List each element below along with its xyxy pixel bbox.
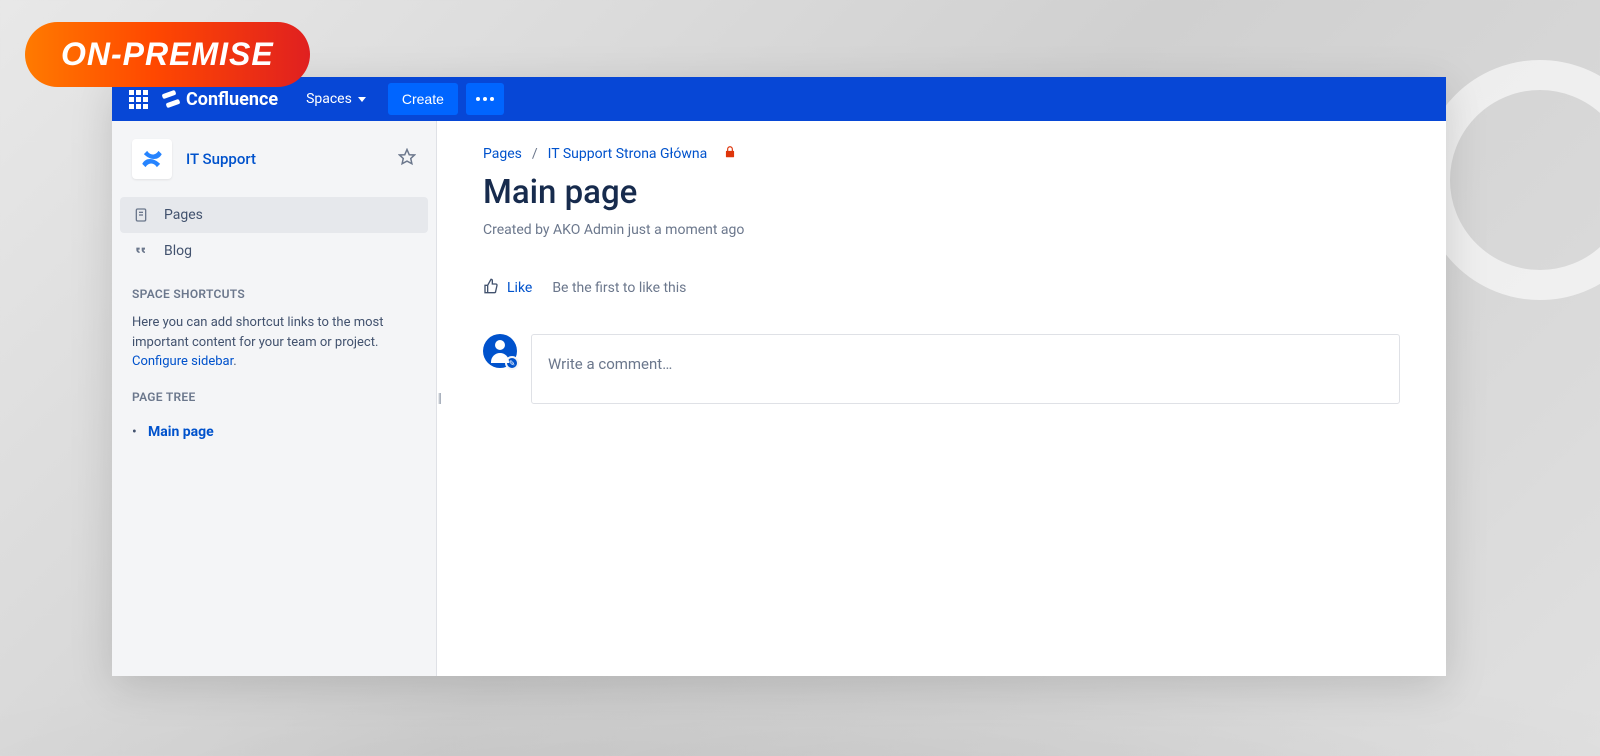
sidebar-item-label: Blog — [164, 243, 192, 259]
product-name: Confluence — [186, 89, 278, 110]
sidebar: IT Support Pages — [112, 121, 437, 676]
quotes-icon — [132, 242, 150, 260]
page-icon — [132, 206, 150, 224]
ellipsis-icon — [476, 97, 494, 101]
lock-icon[interactable] — [723, 145, 737, 163]
page-title: Main page — [483, 173, 1400, 212]
page-tree-heading: PAGE TREE — [112, 372, 436, 412]
create-button-label: Create — [402, 91, 444, 107]
page-tree: Main page — [112, 412, 436, 446]
page-byline: Created by AKO Admin just a moment ago — [483, 222, 1400, 238]
app-window: Confluence Spaces Create IT Su — [112, 77, 1446, 676]
nav-spaces-label: Spaces — [306, 91, 352, 107]
breadcrumb-link-space-home[interactable]: IT Support Strona Główna — [548, 146, 708, 162]
avatar[interactable]: ✎ — [483, 334, 517, 368]
like-row: Like Be the first to like this — [483, 278, 1400, 298]
tree-item-main-page[interactable]: Main page — [132, 418, 416, 446]
main-content: Pages / IT Support Strona Główna Main pa… — [437, 121, 1446, 676]
avatar-edit-icon: ✎ — [505, 356, 519, 370]
space-header: IT Support — [112, 121, 436, 197]
space-shortcuts-heading: SPACE SHORTCUTS — [112, 269, 436, 309]
sidebar-nav: Pages Blog — [112, 197, 436, 269]
on-premise-badge: ON-PREMISE — [25, 22, 310, 87]
like-button[interactable]: Like — [483, 278, 532, 298]
decorative-circle — [1420, 60, 1600, 300]
space-name[interactable]: IT Support — [186, 150, 384, 168]
product-logo[interactable]: Confluence — [162, 89, 278, 110]
like-label: Like — [507, 280, 532, 296]
configure-sidebar-link[interactable]: Configure sidebar — [132, 354, 233, 369]
nav-spaces[interactable]: Spaces — [294, 83, 378, 115]
like-hint: Be the first to like this — [552, 280, 686, 296]
create-button[interactable]: Create — [388, 83, 458, 115]
sidebar-item-pages[interactable]: Pages — [120, 197, 428, 233]
more-menu-button[interactable] — [466, 83, 504, 115]
breadcrumb: Pages / IT Support Strona Główna — [483, 145, 1400, 163]
breadcrumb-link-pages[interactable]: Pages — [483, 146, 522, 162]
sidebar-item-label: Pages — [164, 207, 203, 223]
star-icon[interactable] — [398, 148, 416, 171]
app-switcher-icon[interactable] — [122, 83, 154, 115]
comment-input[interactable]: Write a comment… — [531, 334, 1400, 404]
shortcuts-description: Here you can add shortcut links to the m… — [132, 315, 383, 350]
chevron-down-icon — [358, 97, 366, 102]
space-avatar[interactable] — [132, 139, 172, 179]
thumbs-up-icon — [483, 278, 499, 298]
sidebar-item-blog[interactable]: Blog — [120, 233, 428, 269]
breadcrumb-separator: / — [532, 146, 538, 162]
space-shortcuts-text: Here you can add shortcut links to the m… — [112, 309, 436, 372]
app-body: IT Support Pages — [112, 121, 1446, 676]
comment-row: ✎ Write a comment… — [483, 334, 1400, 404]
top-navbar: Confluence Spaces Create — [112, 77, 1446, 121]
confluence-space-icon — [139, 146, 165, 172]
confluence-icon — [162, 90, 180, 108]
sidebar-resize-handle[interactable]: || — [438, 391, 440, 406]
